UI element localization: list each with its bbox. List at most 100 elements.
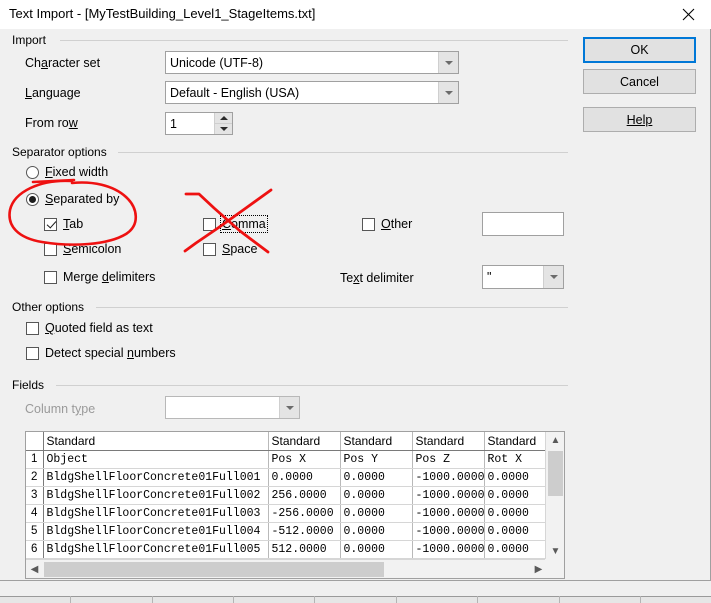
- stepper-buttons[interactable]: [214, 113, 232, 134]
- language-value: Default - English (USA): [170, 85, 300, 100]
- row-number: 6: [26, 540, 44, 559]
- table-row: 6 BldgShellFloorConcrete01Full005 512.00…: [26, 540, 545, 559]
- text-delimiter-combobox[interactable]: ": [482, 265, 564, 289]
- merge-delimiters-label: Merge delimiters: [63, 270, 156, 284]
- background-column-separator: [396, 596, 397, 603]
- column-header[interactable]: Standard: [340, 432, 413, 451]
- from-row-stepper[interactable]: 1: [165, 112, 233, 135]
- preview-grid: Standard Standard Standard Standard Stan…: [26, 432, 545, 560]
- checkbox-indicator: [44, 270, 57, 284]
- row-number: 3: [26, 486, 44, 505]
- preview-horizontal-scrollbar[interactable]: ◀ ▶: [26, 559, 564, 578]
- table-cell: Pos Y: [340, 450, 413, 469]
- group-divider-line: [60, 40, 568, 41]
- background-column-separator: [640, 596, 641, 603]
- column-header[interactable]: Standard: [268, 432, 341, 451]
- table-cell: 0.0000: [484, 468, 545, 487]
- table-cell: BldgShellFloorConcrete01Full002: [43, 486, 269, 505]
- stepper-up-icon[interactable]: [215, 113, 232, 124]
- table-cell: BldgShellFloorConcrete01Full004: [43, 522, 269, 541]
- close-icon[interactable]: [666, 0, 711, 29]
- language-combobox[interactable]: Default - English (USA): [165, 81, 459, 104]
- row-number: 5: [26, 522, 44, 541]
- detect-special-numbers-checkbox[interactable]: Detect special numbers: [26, 346, 176, 360]
- help-button[interactable]: Help: [583, 107, 696, 132]
- chevron-down-icon[interactable]: [543, 266, 563, 288]
- comma-checkbox[interactable]: Comma: [203, 215, 268, 233]
- space-checkbox[interactable]: Space: [203, 242, 257, 256]
- radio-indicator: [26, 192, 39, 206]
- table-cell: 0.0000: [268, 468, 341, 487]
- text-import-dialog: Text Import - [MyTestBuilding_Level1_Sta…: [0, 0, 711, 581]
- scroll-up-icon[interactable]: ▲: [546, 432, 564, 449]
- table-cell: 512.0000: [268, 540, 341, 559]
- window-title: Text Import - [MyTestBuilding_Level1_Sta…: [9, 6, 316, 21]
- separated-by-label: Separated by: [45, 192, 120, 206]
- chevron-down-icon[interactable]: [438, 82, 458, 103]
- tab-checkbox[interactable]: Tab: [44, 217, 83, 231]
- background-column-separator: [152, 596, 153, 603]
- preview-vertical-scrollbar[interactable]: ▲ ▼: [545, 432, 564, 560]
- group-divider-line: [56, 385, 568, 386]
- row-number: 2: [26, 468, 44, 487]
- fixed-width-radio[interactable]: Fixed width: [26, 165, 108, 179]
- semicolon-checkbox[interactable]: Semicolon: [44, 242, 121, 256]
- ok-button[interactable]: OK: [583, 37, 696, 63]
- cancel-button-label: Cancel: [620, 74, 659, 89]
- table-cell: -1000.0000: [412, 468, 485, 487]
- horizontal-scrollbar-thumb[interactable]: [44, 562, 384, 577]
- vertical-scrollbar-thumb[interactable]: [548, 451, 563, 496]
- character-set-combobox[interactable]: Unicode (UTF-8): [165, 51, 459, 74]
- table-row: 4 BldgShellFloorConcrete01Full003 -256.0…: [26, 504, 545, 523]
- row-number: 4: [26, 504, 44, 523]
- quoted-field-as-text-checkbox[interactable]: Quoted field as text: [26, 321, 153, 335]
- checkbox-indicator: [26, 346, 39, 360]
- background-column-separator: [477, 596, 478, 603]
- from-row-label: From row: [25, 116, 78, 130]
- column-header[interactable]: Standard: [412, 432, 485, 451]
- table-cell: Pos Z: [412, 450, 485, 469]
- table-cell: 0.0000: [340, 486, 413, 505]
- stepper-down-icon[interactable]: [215, 124, 232, 134]
- text-delimiter-value: ": [487, 270, 492, 284]
- background-column-separator: [314, 596, 315, 603]
- table-cell: 0.0000: [484, 504, 545, 523]
- checkbox-indicator: [44, 217, 57, 231]
- other-options-group-label: Other options: [12, 300, 89, 314]
- space-label: Space: [222, 242, 258, 256]
- column-type-combobox[interactable]: [165, 396, 300, 419]
- preview-data-table: Standard Standard Standard Standard Stan…: [26, 432, 545, 560]
- row-number: 1: [26, 450, 44, 469]
- table-cell: 256.0000: [268, 486, 341, 505]
- title-bar: Text Import - [MyTestBuilding_Level1_Sta…: [0, 0, 711, 29]
- separated-by-radio[interactable]: Separated by: [26, 192, 119, 206]
- cancel-button[interactable]: Cancel: [583, 69, 696, 94]
- checkbox-indicator: [203, 242, 216, 256]
- chevron-down-icon[interactable]: [279, 397, 299, 418]
- scroll-down-icon[interactable]: ▼: [546, 543, 564, 560]
- character-set-value: Unicode (UTF-8): [170, 55, 264, 70]
- column-header[interactable]: Standard: [484, 432, 545, 451]
- table-cell: -1000.0000: [412, 486, 485, 505]
- row-number-header: [26, 432, 44, 451]
- other-separator-checkbox[interactable]: Other: [362, 217, 412, 231]
- group-divider-line: [96, 307, 568, 308]
- import-group-label: Import: [12, 33, 51, 47]
- chevron-down-icon[interactable]: [438, 52, 458, 73]
- checkbox-indicator: [44, 242, 57, 256]
- table-cell: -1000.0000: [412, 540, 485, 559]
- comma-label: Comma: [220, 215, 268, 233]
- table-cell: BldgShellFloorConcrete01Full001: [43, 468, 269, 487]
- table-row: 5 BldgShellFloorConcrete01Full004 -512.0…: [26, 522, 545, 541]
- table-cell: Rot X: [484, 450, 545, 469]
- group-divider-line: [118, 152, 568, 153]
- ok-button-label: OK: [630, 43, 649, 57]
- checkbox-indicator: [203, 217, 216, 231]
- table-cell: 0.0000: [340, 504, 413, 523]
- other-separator-input[interactable]: [482, 212, 564, 236]
- merge-delimiters-checkbox[interactable]: Merge delimiters: [44, 270, 155, 284]
- preview-table[interactable]: Standard Standard Standard Standard Stan…: [25, 431, 565, 579]
- scroll-left-icon[interactable]: ◀: [26, 560, 43, 578]
- column-header[interactable]: Standard: [43, 432, 269, 451]
- table-row: 2 BldgShellFloorConcrete01Full001 0.0000…: [26, 468, 545, 487]
